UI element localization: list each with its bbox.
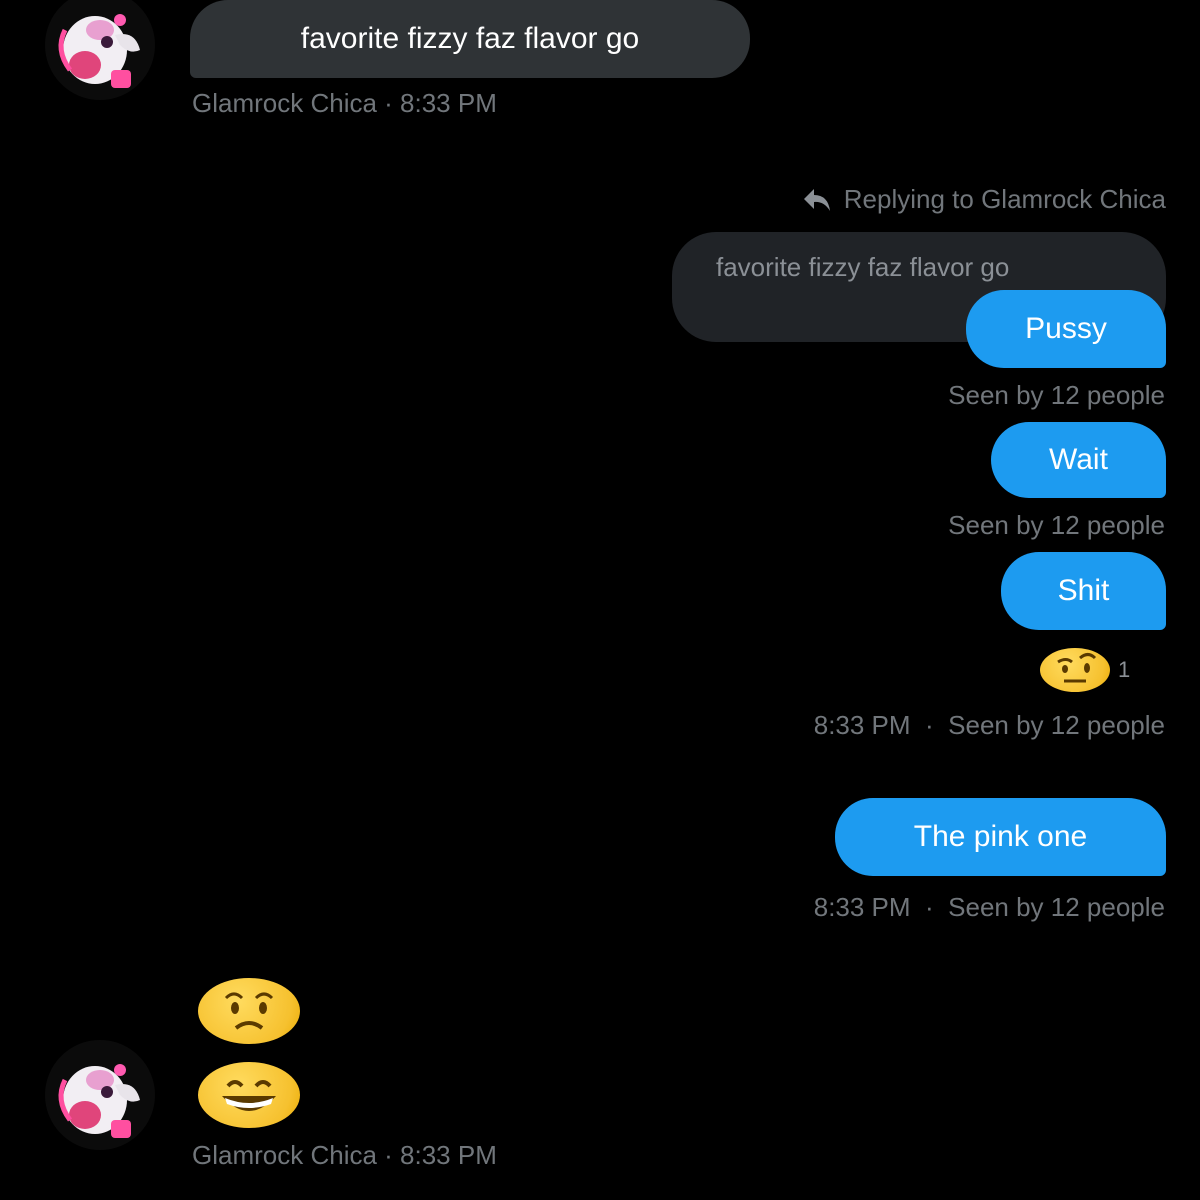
- meta-separator: ·: [917, 892, 941, 922]
- message-text: Pussy: [1025, 312, 1107, 345]
- seen-indicator: Seen by 12 people: [948, 710, 1165, 740]
- glamrock-chica-avatar-icon: [45, 0, 155, 100]
- message-reaction[interactable]: 1: [1040, 648, 1130, 692]
- reaction-count: 1: [1118, 657, 1131, 682]
- message-text: The pink one: [913, 820, 1088, 853]
- message-time: 8:33 PM: [813, 892, 911, 922]
- reply-arrow-icon: [802, 187, 832, 213]
- sender-avatar[interactable]: [45, 1040, 155, 1150]
- seen-indicator: Seen by 12 people: [948, 892, 1165, 922]
- seen-indicator: Seen by 12 people: [948, 510, 1165, 540]
- outgoing-message-bubble[interactable]: The pink one: [835, 798, 1166, 876]
- outgoing-message-bubble[interactable]: Pussy: [966, 290, 1166, 368]
- message-meta: 8:33 PM · Seen by 12 people: [814, 710, 1165, 741]
- quoted-message-text: favorite fizzy faz flavor go: [716, 252, 1010, 282]
- outgoing-message-bubble[interactable]: Wait: [991, 422, 1166, 498]
- message-text: Shit: [1057, 574, 1110, 607]
- worried-face-emoji[interactable]: [198, 978, 300, 1044]
- reply-header: Replying to Glamrock Chica: [752, 184, 1166, 215]
- message-time: 8:33 PM: [813, 710, 911, 740]
- grinning-face-emoji[interactable]: [198, 1062, 300, 1128]
- message-text: favorite fizzy faz flavor go: [300, 22, 640, 55]
- face-with-raised-eyebrow-emoji: [1040, 648, 1110, 692]
- message-meta: Glamrock Chica · 8:33 PM: [192, 88, 497, 118]
- message-text: Wait: [1049, 443, 1108, 476]
- seen-indicator: Seen by 12 people: [948, 380, 1165, 410]
- sender-avatar[interactable]: [45, 0, 155, 100]
- meta-separator: ·: [917, 710, 941, 740]
- message-meta: Glamrock Chica · 8:33 PM: [192, 1140, 497, 1170]
- reply-header-text: Replying to Glamrock Chica: [843, 184, 1166, 214]
- outgoing-message-bubble[interactable]: Shit: [1001, 552, 1166, 630]
- incoming-message-bubble[interactable]: favorite fizzy faz flavor go: [190, 0, 750, 78]
- glamrock-chica-avatar-icon: [45, 1040, 155, 1150]
- message-meta: 8:33 PM · Seen by 12 people: [814, 892, 1165, 923]
